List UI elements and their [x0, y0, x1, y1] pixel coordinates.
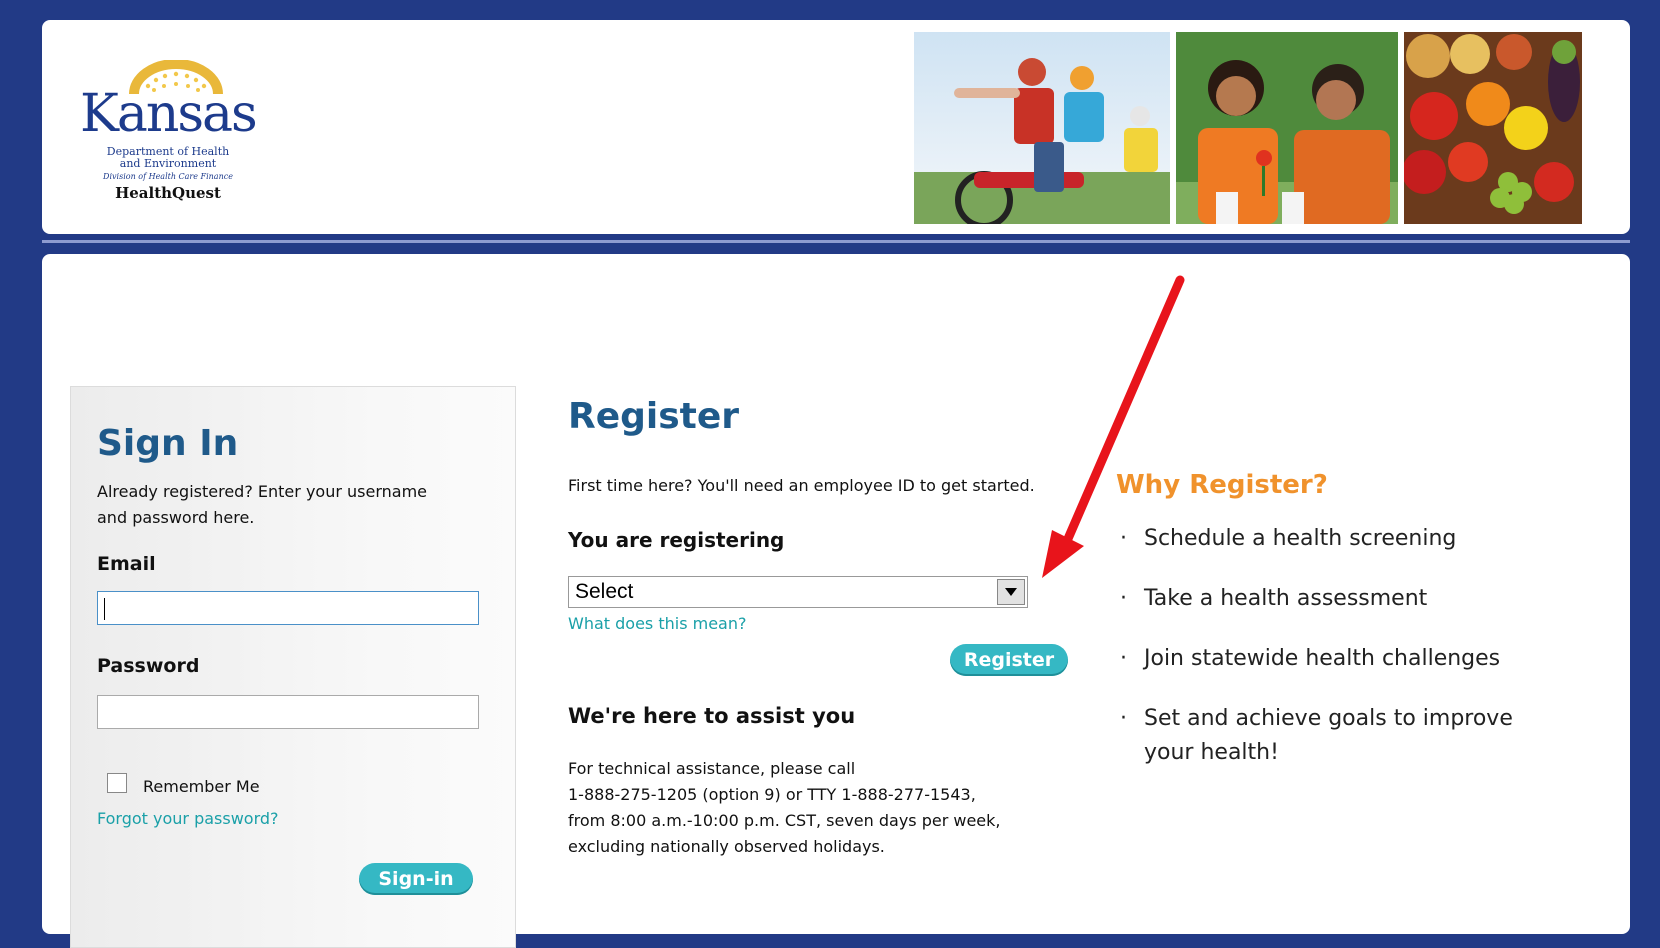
text-caret	[104, 598, 105, 620]
why-register-list: · Schedule a health screening · Take a hea…	[1118, 522, 1538, 796]
logo-division: Division of Health Care Finance	[103, 172, 233, 181]
chevron-down-icon[interactable]	[997, 579, 1025, 605]
logo-state-name: Kansas	[80, 84, 258, 144]
email-label: Email	[97, 553, 156, 575]
remember-me-label: Remember Me	[143, 777, 260, 796]
why-register-title: Why Register?	[1116, 470, 1328, 500]
password-field[interactable]	[97, 695, 479, 729]
header-divider	[42, 240, 1630, 243]
register-title: Register	[568, 396, 740, 437]
main-content-panel: Sign In Already registered? Enter your u…	[42, 254, 1630, 948]
bullet-icon: ·	[1120, 646, 1127, 671]
list-item: · Take a health assessment	[1118, 582, 1538, 616]
what-does-this-mean-link[interactable]: What does this mean?	[568, 614, 746, 633]
register-description: First time here? You'll need an employee…	[568, 476, 1035, 495]
list-item: · Join statewide health challenges	[1118, 642, 1538, 676]
remember-me-checkbox[interactable]	[107, 773, 127, 793]
assist-text: For technical assistance, please call 1-…	[568, 759, 1001, 856]
list-item: · Set and achieve goals to improve your h…	[1118, 702, 1538, 770]
family-cycling-photo	[914, 32, 1170, 224]
header-banner: Kansas Department of Health and Environm…	[42, 20, 1630, 234]
select-value: Select	[575, 580, 634, 603]
signin-button[interactable]: Sign-in	[359, 863, 473, 895]
assist-title: We're here to assist you	[568, 704, 856, 728]
logo-department: Department of Health and Environment	[106, 145, 230, 170]
password-label: Password	[97, 655, 200, 677]
couple-smiling-photo	[1176, 32, 1398, 224]
registering-type-label: You are registering	[568, 528, 785, 552]
signin-title: Sign In	[97, 423, 239, 464]
list-item: · Schedule a health screening	[1118, 522, 1538, 556]
register-button[interactable]: Register	[950, 644, 1068, 676]
logo-program-name: HealthQuest	[115, 184, 221, 202]
forgot-password-link[interactable]: Forgot your password?	[97, 809, 279, 828]
kansas-kdhe-logo[interactable]: Kansas Department of Health and Environm…	[78, 46, 258, 206]
bullet-icon: ·	[1120, 526, 1127, 551]
bullet-icon: ·	[1120, 586, 1127, 611]
signin-panel: Sign In Already registered? Enter your u…	[70, 386, 516, 948]
bullet-icon: ·	[1120, 706, 1127, 731]
signin-description: Already registered? Enter your username …	[97, 482, 427, 527]
vegetables-photo	[1404, 32, 1582, 224]
email-field[interactable]	[97, 591, 479, 625]
registering-type-select[interactable]: Select	[568, 576, 1028, 608]
